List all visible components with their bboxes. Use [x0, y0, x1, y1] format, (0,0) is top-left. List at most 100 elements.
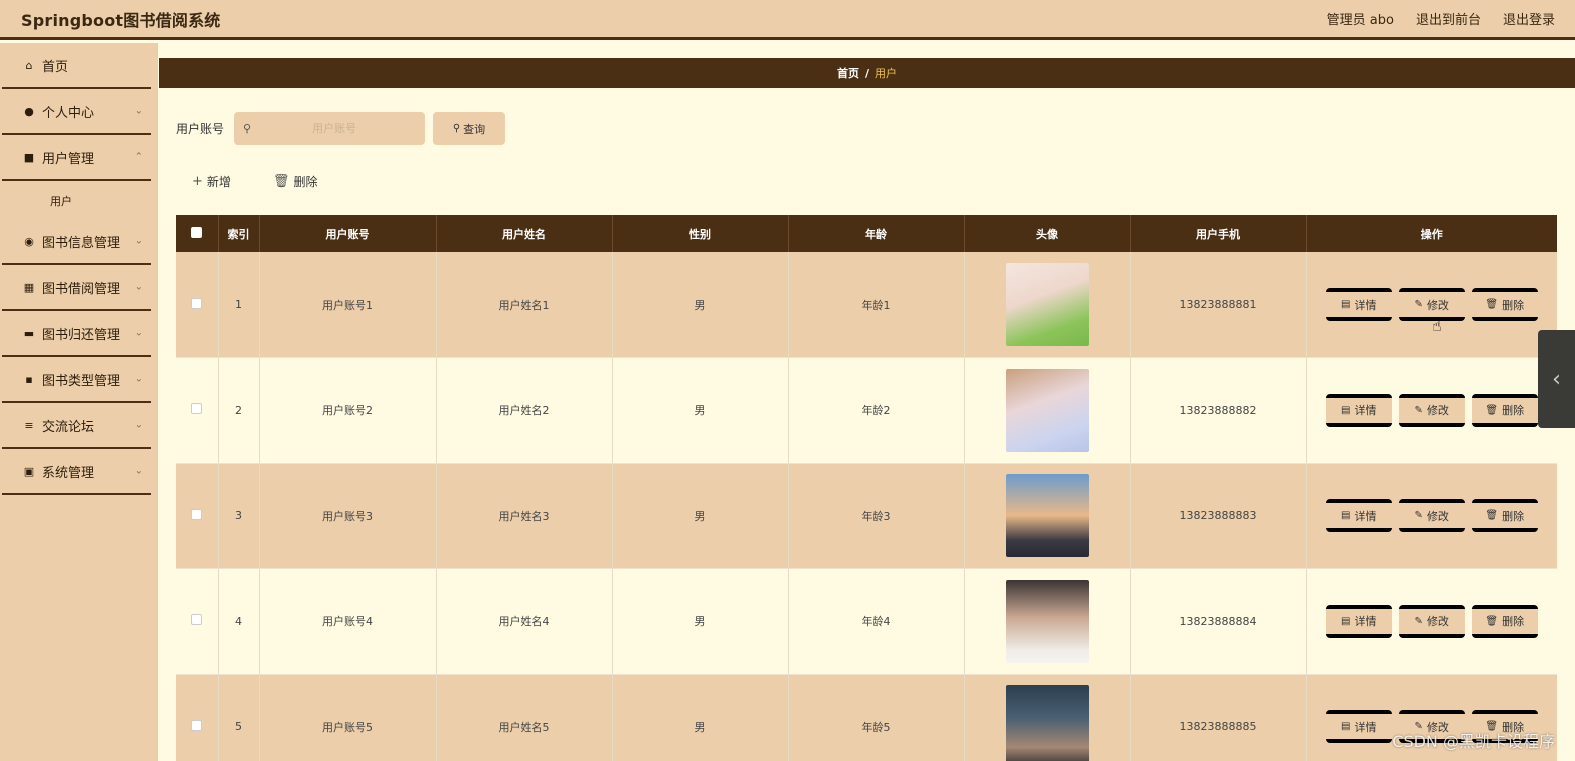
trash-icon: 🗑: [1485, 404, 1499, 416]
cell-age: 年龄1: [788, 252, 965, 358]
row-checkbox[interactable]: [191, 614, 203, 626]
cell-gender: 男: [612, 674, 789, 761]
detail-label: 详情: [1354, 720, 1377, 734]
collapse-tab[interactable]: ‹: [1538, 330, 1575, 428]
cell-phone: 13823888883: [1130, 463, 1307, 569]
add-button[interactable]: + 新增: [176, 169, 247, 194]
sidebar-subitem-user[interactable]: 用户: [0, 183, 158, 219]
delete-label: 删除: [1502, 298, 1525, 312]
header-links: 管理员 abo 退出到前台 退出登录: [1327, 9, 1555, 28]
cell-phone: 13823888881: [1130, 252, 1307, 358]
cell-index: 5: [218, 674, 260, 761]
delete-button[interactable]: 🗑 删除: [1471, 604, 1538, 638]
delete-button[interactable]: 🗑 删除: [1471, 499, 1538, 533]
grid-icon: ▦: [23, 280, 35, 294]
monitor-icon: ■: [23, 150, 35, 164]
sidebar-item-user-management[interactable]: ■ 用户管理 ⌃: [2, 135, 151, 181]
edit-button[interactable]: ✎ 修改: [1398, 604, 1465, 638]
batch-delete-button[interactable]: 🗑 删除: [257, 169, 334, 194]
sidebar-item-label: 图书信息管理: [42, 235, 121, 251]
search-input[interactable]: [259, 122, 410, 135]
search-row: 用户账号 ⚲ ⚲ 查询: [176, 112, 506, 145]
edit-label: 修改: [1426, 615, 1449, 629]
delete-label: 删除: [1502, 404, 1525, 418]
detail-button[interactable]: ▤ 详情: [1325, 604, 1392, 638]
exit-to-front-link[interactable]: 退出到前台: [1416, 9, 1481, 28]
detail-label: 详情: [1354, 404, 1377, 418]
home-icon: ⌂: [25, 58, 33, 72]
edit-button[interactable]: ✎ 修改: [1398, 499, 1465, 533]
detail-button[interactable]: ▤ 详情: [1325, 710, 1392, 744]
row-checkbox[interactable]: [191, 508, 203, 520]
detail-label: 详情: [1354, 615, 1377, 629]
pencil-icon: ✎: [1414, 615, 1423, 627]
detail-button[interactable]: ▤ 详情: [1325, 393, 1392, 427]
cell-index: 1: [218, 252, 260, 358]
column-header: 用户姓名: [436, 215, 613, 252]
cell-name: 用户姓名2: [436, 357, 613, 464]
cell-avatar: [964, 674, 1131, 761]
cell-account: 用户账号1: [259, 252, 437, 358]
sidebar-item-book-type[interactable]: ▪ 图书类型管理 ⌄: [2, 357, 151, 403]
sidebar-item-book-return[interactable]: ▬ 图书归还管理 ⌄: [2, 311, 151, 357]
avatar[interactable]: [1005, 579, 1089, 663]
cell-avatar: [964, 357, 1131, 464]
search-icon: ⚲: [243, 122, 252, 135]
plus-icon: +: [192, 173, 203, 189]
sidebar-item-home[interactable]: ⌂ 首页: [2, 43, 151, 89]
cell-name: 用户姓名3: [436, 463, 613, 569]
row-checkbox[interactable]: [191, 403, 203, 415]
cell-account: 用户账号5: [259, 674, 437, 761]
cell-gender: 男: [612, 463, 789, 569]
breadcrumb-home[interactable]: 首页: [837, 65, 859, 81]
sidebar-item-book-borrow[interactable]: ▦ 图书借阅管理 ⌄: [2, 265, 151, 311]
chevron-down-icon: ⌄: [134, 235, 143, 247]
app-title: Springboot图书借阅系统: [21, 10, 221, 30]
detail-button[interactable]: ▤ 详情: [1325, 499, 1392, 533]
breadcrumb-separator: /: [864, 66, 870, 80]
avatar[interactable]: [1005, 263, 1089, 346]
row-checkbox[interactable]: [191, 297, 203, 309]
chevron-down-icon: ⌄: [134, 281, 143, 293]
sidebar-item-system[interactable]: ▣ 系统管理 ⌄: [2, 449, 151, 495]
sidebar-item-label: 图书归还管理: [42, 327, 121, 343]
cell-avatar: [964, 252, 1131, 358]
column-header: 头像: [964, 215, 1131, 252]
trash-icon: 🗑: [272, 173, 290, 189]
cell-index: 4: [218, 568, 260, 675]
avatar[interactable]: [1005, 474, 1089, 558]
query-button[interactable]: ⚲ 查询: [433, 112, 506, 145]
sidebar-item-personal-center[interactable]: ● 个人中心 ⌄: [2, 89, 151, 135]
delete-label: 删除: [1502, 615, 1525, 629]
top-header: Springboot图书借阅系统 管理员 abo 退出到前台 退出登录: [0, 0, 1575, 40]
delete-button[interactable]: 🗑 删除: [1471, 393, 1538, 427]
sidebar-item-book-info[interactable]: ◉ 图书信息管理 ⌄: [2, 219, 151, 265]
breadcrumb: 首页 / 用户: [159, 58, 1575, 88]
chevron-down-icon: ⌄: [134, 465, 143, 477]
sidebar-item-forum[interactable]: ≡ 交流论坛 ⌄: [2, 403, 151, 449]
edit-button[interactable]: ✎ 修改: [1398, 393, 1465, 427]
pencil-icon: ✎: [1414, 510, 1423, 522]
apps-icon: ▪: [25, 372, 33, 386]
detail-label: 详情: [1354, 298, 1377, 312]
cell-operations: ▤ 详情 ✎ 修改 🗑 删除: [1306, 568, 1557, 675]
row-select-cell: [176, 674, 219, 761]
chevron-down-icon: ⌄: [134, 105, 143, 117]
search-icon: ⚲: [452, 123, 461, 134]
logout-link[interactable]: 退出登录: [1503, 9, 1555, 28]
avatar[interactable]: [1005, 368, 1089, 452]
detail-button[interactable]: ▤ 详情: [1325, 288, 1392, 321]
cell-name: 用户姓名1: [436, 252, 613, 358]
mouse-pointer-icon: ☝: [1432, 316, 1442, 335]
avatar[interactable]: [1005, 685, 1089, 761]
query-button-label: 查询: [463, 122, 486, 136]
sidebar-item-label: 系统管理: [42, 465, 95, 481]
watermark: CSDN @黑凯卡设程序: [1392, 732, 1555, 751]
document-icon: ▤: [1341, 721, 1351, 733]
row-checkbox[interactable]: [191, 719, 203, 731]
cell-age: 年龄3: [788, 463, 965, 569]
table-row: 2 用户账号2 用户姓名2 男 年龄2 13823888882 ▤ 详情 ✎ 修改 …: [176, 357, 1557, 464]
trash-icon: 🗑: [1485, 510, 1499, 522]
delete-button[interactable]: 🗑 删除: [1471, 288, 1538, 321]
select-all-checkbox[interactable]: [191, 226, 203, 238]
